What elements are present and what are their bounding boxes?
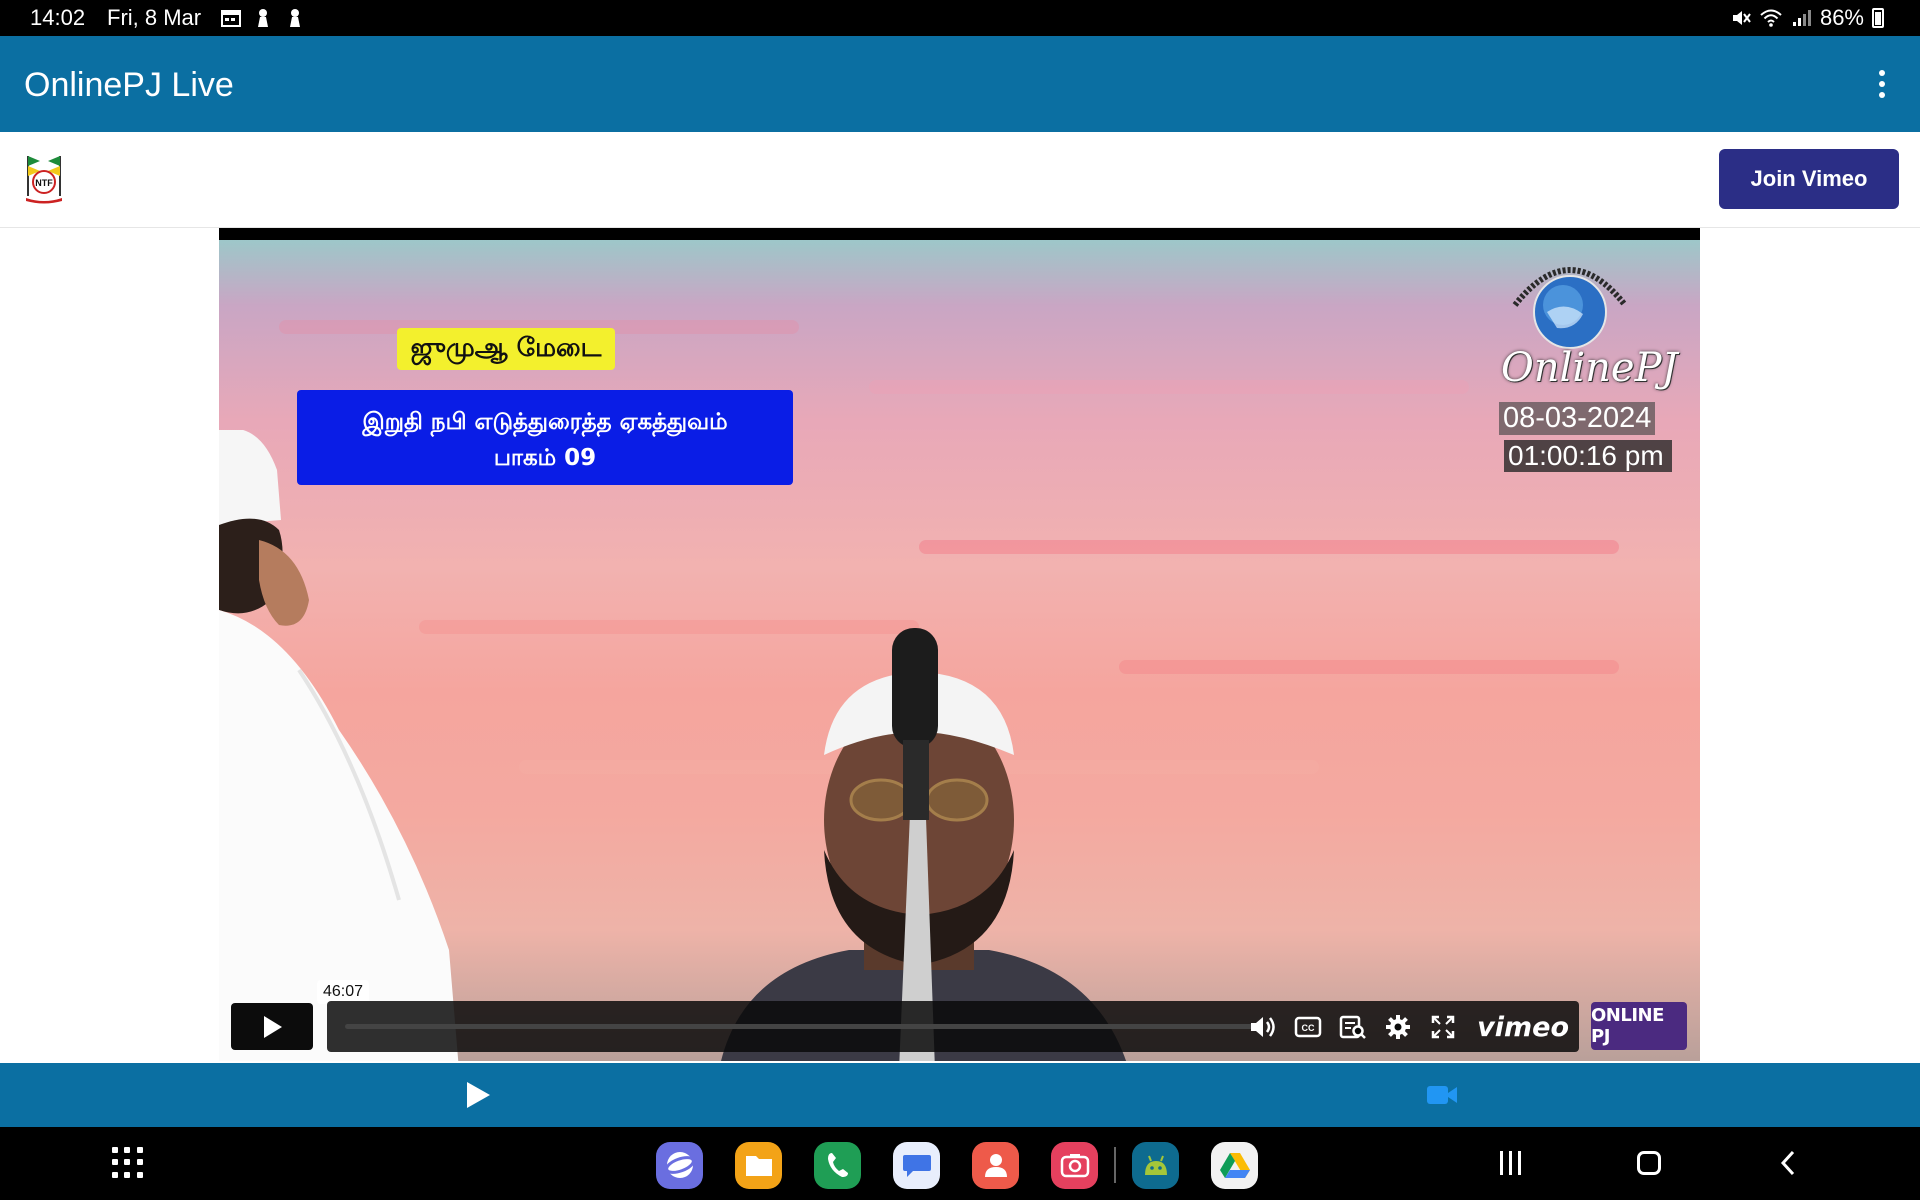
tab-video[interactable]	[1424, 1077, 1460, 1113]
ntf-logo[interactable]: NTF	[20, 152, 68, 204]
dock-separator	[1114, 1147, 1116, 1183]
notification-icon	[290, 9, 300, 27]
notification-icon	[258, 9, 268, 27]
app-title: OnlinePJ Live	[24, 66, 234, 104]
volume-icon[interactable]	[1248, 1012, 1278, 1042]
phone-app-icon[interactable]	[814, 1141, 861, 1189]
sermon-part: பாகம் 09	[493, 445, 597, 471]
progress-bar[interactable]	[345, 1024, 1255, 1029]
bottom-tab-bar	[0, 1063, 1920, 1127]
onlinepj-wordmark: OnlinePJ	[1501, 345, 1678, 391]
svg-text:NTF: NTF	[35, 178, 53, 188]
status-date: Fri, 8 Mar	[107, 5, 202, 30]
more-vert-icon[interactable]	[1864, 64, 1900, 104]
control-icons: CC vimeo	[1248, 1009, 1569, 1045]
screen: 14:02 Fri, 8 Mar 86% OnlinePJ Live NTF J…	[0, 0, 1920, 1200]
onlinepj-channel-badge[interactable]: ONLINE PJ	[1591, 1002, 1687, 1050]
video-control-bar: CC vimeo	[327, 1001, 1579, 1052]
messages-app-icon[interactable]	[893, 1141, 940, 1189]
app-bar: OnlinePJ Live	[0, 36, 1920, 132]
vimeo-logo[interactable]: vimeo	[1477, 1012, 1569, 1043]
broadcast-date: 08-03-2024	[1499, 402, 1656, 435]
play-icon	[264, 1015, 282, 1038]
home-button[interactable]	[1637, 1151, 1661, 1175]
join-vimeo-button[interactable]: Join Vimeo	[1719, 149, 1899, 209]
status-system-icons: 86%	[1730, 5, 1884, 31]
svg-text:CC: CC	[1302, 1023, 1315, 1033]
sermon-title-box: இறுதி நபி எடுத்துரைத்த ஏகத்துவம் பாகம் 0…	[297, 390, 793, 485]
fullscreen-icon[interactable]	[1428, 1012, 1458, 1042]
app-dock	[656, 1140, 1258, 1190]
status-time: 14:02	[30, 5, 86, 30]
video-play-button[interactable]	[231, 1003, 313, 1050]
back-button[interactable]	[1778, 1149, 1798, 1177]
camera-app-icon[interactable]	[1051, 1141, 1098, 1189]
battery-icon	[1872, 8, 1884, 28]
signal-icon	[1792, 10, 1811, 26]
speaker-illustration	[721, 628, 1126, 1061]
internet-app-icon[interactable]	[656, 1141, 703, 1189]
app-drawer-icon[interactable]	[112, 1147, 144, 1179]
sky-streak	[1119, 660, 1619, 674]
video-camera-icon	[1427, 1086, 1457, 1104]
broadcast-time: 01:00:16 pm	[1504, 440, 1672, 472]
contacts-app-icon[interactable]	[972, 1141, 1019, 1189]
sermon-title: இறுதி நபி எடுத்துரைத்த ஏகத்துவம்	[362, 409, 728, 435]
status-bar: 14:02 Fri, 8 Mar 86%	[0, 0, 1920, 36]
settings-icon[interactable]	[1383, 1012, 1413, 1042]
video-player[interactable]: ஜுமுஆ மேடை இறுதி நபி எடுத்துரைத்த ஏகத்து…	[219, 228, 1700, 1061]
calendar-icon	[221, 10, 241, 27]
battery-percent: 86%	[1819, 5, 1864, 30]
web-header: NTF Join Vimeo	[0, 132, 1920, 228]
sky-streak	[919, 540, 1619, 554]
mute-icon	[1732, 11, 1751, 25]
recent-apps-button[interactable]	[1496, 1151, 1524, 1177]
sky-streak	[869, 380, 1469, 394]
video-frame[interactable]: ஜுமுஆ மேடை இறுதி நபி எடுத்துரைத்த ஏகத்து…	[219, 240, 1700, 1061]
google-drive-app-icon[interactable]	[1211, 1141, 1258, 1189]
play-icon	[467, 1082, 490, 1108]
tab-play[interactable]	[460, 1077, 496, 1113]
transcript-icon[interactable]	[1338, 1012, 1368, 1042]
closed-captions-icon[interactable]: CC	[1293, 1012, 1323, 1042]
system-navigation-bar	[0, 1127, 1920, 1200]
files-app-icon[interactable]	[735, 1141, 782, 1189]
android-app-icon[interactable]	[1132, 1141, 1179, 1189]
program-badge: ஜுமுஆ மேடை	[397, 328, 615, 370]
person-left-illustration	[219, 430, 459, 1061]
wifi-icon	[1760, 9, 1782, 27]
status-notification-icons	[220, 8, 306, 28]
